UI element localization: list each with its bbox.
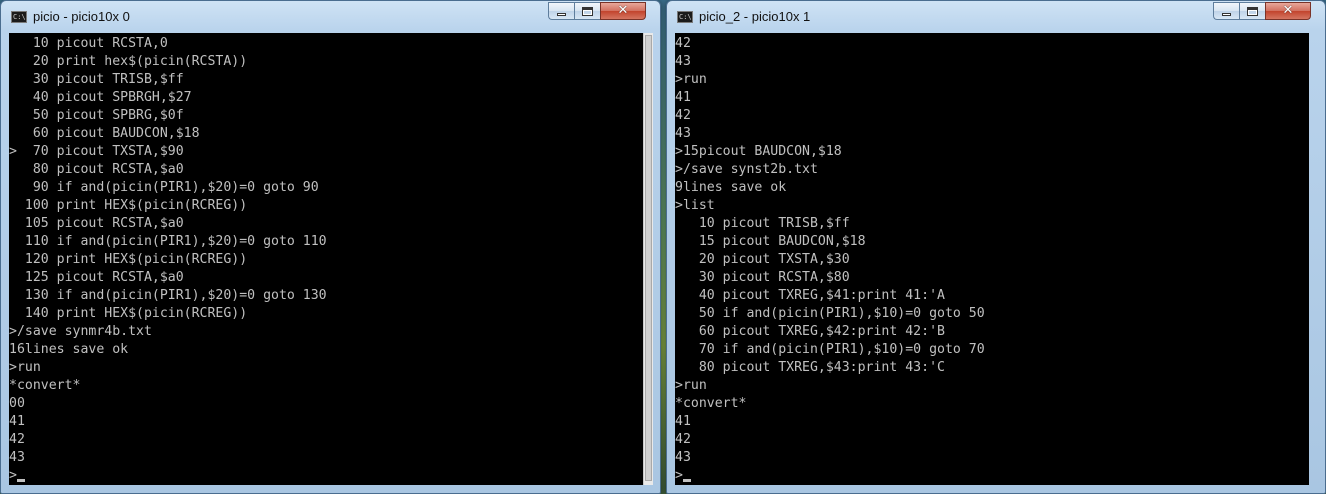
console-icon[interactable]: C:\ [677, 11, 693, 23]
console-line: *convert* [675, 396, 747, 411]
console-line: 15 picout BAUDCON,$18 [675, 234, 866, 249]
window-controls: ✕ [1213, 2, 1311, 20]
text-cursor [16, 479, 25, 482]
close-icon: ✕ [617, 3, 629, 18]
console-line: 80 picout RCSTA,$a0 [9, 162, 184, 177]
console-line: 41 [9, 414, 25, 429]
console-line: > [675, 467, 1309, 485]
console-line: 60 picout BAUDCON,$18 [9, 126, 200, 141]
console-line: 10 picout TRISB,$ff [675, 216, 850, 231]
title-bar[interactable]: C:\ picio_2 - picio10x 1 ✕ [667, 1, 1325, 33]
console-line: 9lines save ok [675, 180, 787, 195]
console-line: 130 if and(picin(PIR1),$20)=0 goto 130 [9, 288, 327, 303]
console-line: >/save synst2b.txt [675, 162, 818, 177]
maximize-button[interactable] [574, 2, 600, 20]
console-line: 40 picout TXREG,$41:print 41:'A [675, 288, 945, 303]
close-button[interactable]: ✕ [1265, 2, 1311, 20]
vertical-scrollbar[interactable] [643, 33, 653, 485]
console-line: 42 [675, 108, 691, 123]
minimize-button[interactable] [1213, 2, 1239, 20]
console-line: 20 print hex$(picin(RCSTA)) [9, 54, 248, 69]
close-button[interactable]: ✕ [600, 2, 646, 20]
console-window-picio-2[interactable]: C:\ picio_2 - picio10x 1 ✕ 42 43 >run 41 42 4… [666, 0, 1326, 494]
console-line: 20 picout TXSTA,$30 [675, 252, 850, 267]
console-line: 140 print HEX$(picin(RCREG)) [9, 306, 248, 321]
console-line: 43 [675, 54, 691, 69]
console-output[interactable]: 10 picout RCSTA,0 20 print hex$(picin(RC… [9, 33, 643, 485]
window-controls: ✕ [548, 2, 646, 20]
console-line: 10 picout RCSTA,0 [9, 36, 168, 51]
console-line: 60 picout TXREG,$42:print 42:'B [675, 324, 945, 339]
console-line: 41 [675, 414, 691, 429]
console-line: 40 picout SPBRGH,$27 [9, 90, 192, 105]
maximize-button[interactable] [1239, 2, 1265, 20]
console-line: 41 [675, 90, 691, 105]
console-line: >list [675, 198, 715, 213]
console-line: 80 picout TXREG,$43:print 43:'C [675, 360, 945, 375]
console-line: >15picout BAUDCON,$18 [675, 144, 842, 159]
console-line: 105 picout RCSTA,$a0 [9, 216, 184, 231]
scrollbar-thumb[interactable] [645, 35, 652, 481]
window-title: picio_2 - picio10x 1 [699, 9, 811, 24]
text-cursor [682, 479, 691, 482]
console-line: >run [675, 72, 707, 87]
console-line: 50 picout SPBRG,$0f [9, 108, 184, 123]
console-line: 70 if and(picin(PIR1),$10)=0 goto 70 [675, 342, 985, 357]
console-line: 42 [9, 432, 25, 447]
console-line: 125 picout RCSTA,$a0 [9, 270, 184, 285]
console-line: 30 picout RCSTA,$80 [675, 270, 850, 285]
console-line: 120 print HEX$(picin(RCREG)) [9, 252, 248, 267]
console-line: > 70 picout TXSTA,$90 [9, 144, 184, 159]
console-line: > [9, 467, 643, 485]
minimize-button[interactable] [548, 2, 574, 20]
console-line: 42 [675, 432, 691, 447]
console-line: >run [675, 378, 707, 393]
console-line: 100 print HEX$(picin(RCREG)) [9, 198, 248, 213]
console-line: 42 [675, 36, 691, 51]
window-title: picio - picio10x 0 [33, 9, 130, 24]
console-line: 30 picout TRISB,$ff [9, 72, 184, 87]
console-line: *convert* [9, 378, 81, 393]
console-line: 43 [675, 126, 691, 141]
maximize-icon [1247, 6, 1258, 16]
minimize-icon [557, 13, 566, 16]
console-line: 00 [9, 396, 25, 411]
close-icon: ✕ [1282, 3, 1294, 18]
console-line: 43 [675, 450, 691, 465]
console-line: 90 if and(picin(PIR1),$20)=0 goto 90 [9, 180, 319, 195]
console-line: >run [9, 360, 41, 375]
console-line: 16lines save ok [9, 342, 129, 357]
maximize-icon [582, 6, 593, 16]
console-line: 110 if and(picin(PIR1),$20)=0 goto 110 [9, 234, 327, 249]
console-icon[interactable]: C:\ [11, 11, 27, 23]
title-bar[interactable]: C:\ picio - picio10x 0 ✕ [1, 1, 660, 33]
minimize-icon [1222, 13, 1231, 16]
console-line: >/save synmr4b.txt [9, 324, 152, 339]
console-window-picio[interactable]: C:\ picio - picio10x 0 ✕ 10 picout RCSTA… [0, 0, 661, 494]
console-line: 50 if and(picin(PIR1),$10)=0 goto 50 [675, 306, 985, 321]
console-output[interactable]: 42 43 >run 41 42 43 >15picout BAUDCON,$18 >/sav… [675, 33, 1309, 485]
console-line: 43 [9, 450, 25, 465]
